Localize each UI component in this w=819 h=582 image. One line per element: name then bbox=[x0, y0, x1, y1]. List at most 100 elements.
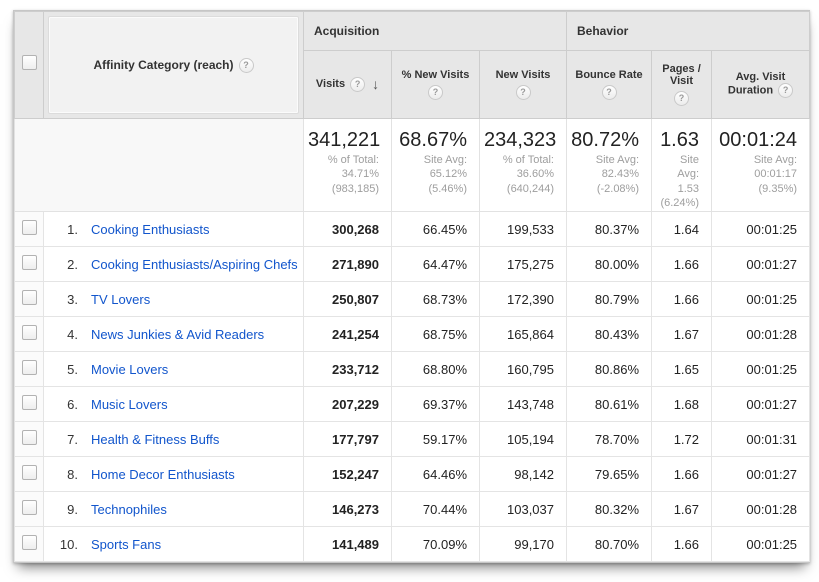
pct-new-visits-cell: 70.44% bbox=[392, 492, 480, 527]
row-rank: 6. bbox=[44, 397, 78, 412]
pages-per-visit-cell: 1.64 bbox=[652, 212, 712, 247]
help-icon[interactable]: ? bbox=[428, 85, 443, 100]
pct-new-visits-cell: 66.45% bbox=[392, 212, 480, 247]
pages-per-visit-cell: 1.66 bbox=[652, 247, 712, 282]
row-checkbox[interactable] bbox=[22, 255, 37, 270]
bounce-rate-cell: 80.70% bbox=[567, 527, 652, 562]
category-link[interactable]: Health & Fitness Buffs bbox=[91, 432, 219, 447]
category-link[interactable]: TV Lovers bbox=[91, 292, 150, 307]
column-header-avg-visit-duration[interactable]: Avg. Visit Duration? bbox=[712, 50, 810, 118]
pages-per-visit-cell: 1.66 bbox=[652, 457, 712, 492]
summary-bounce-rate-sub: Site Avg: 82.43% (-2.08%) bbox=[571, 153, 639, 196]
category-link[interactable]: Cooking Enthusiasts/Aspiring Chefs bbox=[91, 257, 298, 272]
summary-visits-sub: % of Total: 34.71% (983,185) bbox=[308, 153, 379, 196]
visits-cell: 241,254 bbox=[304, 317, 392, 352]
new-visits-cell: 172,390 bbox=[480, 282, 567, 317]
bounce-rate-cell: 78.70% bbox=[567, 422, 652, 457]
summary-avg-visit-duration-sub: Site Avg: 00:01:17 (9.35%) bbox=[716, 153, 797, 196]
row-checkbox[interactable] bbox=[22, 395, 37, 410]
summary-bounce-rate: 80.72% Site Avg: 82.43% (-2.08%) bbox=[567, 119, 652, 212]
dimension-header-cell: Affinity Category (reach) ? bbox=[44, 12, 304, 119]
category-cell: 9. Technophiles bbox=[44, 492, 304, 527]
category-cell: 5. Movie Lovers bbox=[44, 352, 304, 387]
pages-per-visit-cell: 1.66 bbox=[652, 527, 712, 562]
new-visits-cell: 143,748 bbox=[480, 387, 567, 422]
row-checkbox[interactable] bbox=[22, 500, 37, 515]
column-header-pages-per-visit[interactable]: Pages / Visit? bbox=[652, 50, 712, 118]
visits-cell: 207,229 bbox=[304, 387, 392, 422]
help-icon[interactable]: ? bbox=[350, 77, 365, 92]
row-rank: 5. bbox=[44, 362, 78, 377]
table-row: 10.Sports Fans 141,489 70.09% 99,170 80.… bbox=[15, 527, 810, 562]
new-visits-cell: 175,275 bbox=[480, 247, 567, 282]
row-checkbox[interactable] bbox=[22, 430, 37, 445]
column-header-pct-new-visits[interactable]: % New Visits? bbox=[392, 50, 480, 118]
bounce-rate-cell: 80.43% bbox=[567, 317, 652, 352]
pct-new-visits-cell: 59.17% bbox=[392, 422, 480, 457]
new-visits-header-label: New Visits bbox=[496, 69, 551, 81]
help-icon[interactable]: ? bbox=[516, 85, 531, 100]
help-icon[interactable]: ? bbox=[778, 83, 793, 98]
avg-visit-duration-cell: 00:01:25 bbox=[712, 352, 810, 387]
new-visits-cell: 160,795 bbox=[480, 352, 567, 387]
pct-new-visits-cell: 68.80% bbox=[392, 352, 480, 387]
avg-visit-duration-cell: 00:01:27 bbox=[712, 457, 810, 492]
category-link[interactable]: Cooking Enthusiasts bbox=[91, 222, 210, 237]
category-link[interactable]: Music Lovers bbox=[91, 397, 168, 412]
category-link[interactable]: News Junkies & Avid Readers bbox=[91, 327, 264, 342]
bounce-rate-cell: 79.65% bbox=[567, 457, 652, 492]
help-icon[interactable]: ? bbox=[674, 91, 689, 106]
summary-avg-visit-duration-value: 00:01:24 bbox=[716, 129, 797, 152]
column-header-bounce-rate[interactable]: Bounce Rate? bbox=[567, 50, 652, 118]
row-checkbox-cell bbox=[15, 527, 44, 562]
dimension-header-panel[interactable]: Affinity Category (reach) ? bbox=[48, 16, 299, 114]
row-checkbox[interactable] bbox=[22, 535, 37, 550]
visits-cell: 250,807 bbox=[304, 282, 392, 317]
column-header-visits[interactable]: Visits?↓ bbox=[304, 50, 392, 118]
row-checkbox[interactable] bbox=[22, 360, 37, 375]
summary-pct-new-visits: 68.67% Site Avg: 65.12% (5.46%) bbox=[392, 119, 480, 212]
category-cell: 4.News Junkies & Avid Readers bbox=[44, 317, 304, 352]
visits-cell: 177,797 bbox=[304, 422, 392, 457]
help-icon[interactable]: ? bbox=[602, 85, 617, 100]
row-checkbox[interactable] bbox=[22, 325, 37, 340]
pct-new-visits-cell: 68.75% bbox=[392, 317, 480, 352]
row-checkbox[interactable] bbox=[22, 220, 37, 235]
section-behavior: Behavior bbox=[567, 12, 810, 51]
avg-visit-duration-cell: 00:01:27 bbox=[712, 247, 810, 282]
pct-new-visits-header-label: % New Visits bbox=[402, 69, 470, 81]
category-cell: 1. Cooking Enthusiasts bbox=[44, 212, 304, 247]
help-icon[interactable]: ? bbox=[239, 58, 254, 73]
pages-per-visit-cell: 1.67 bbox=[652, 317, 712, 352]
table-body: 1.Cooking Enthusiasts 300,268 66.45% 199… bbox=[15, 212, 810, 562]
summary-pages-per-visit-sub: Site Avg: 1.53 (6.24%) bbox=[656, 153, 699, 210]
visits-header-label: Visits bbox=[316, 78, 345, 90]
row-rank: 1. bbox=[44, 222, 78, 237]
table-row: 9.Technophiles 146,273 70.44% 103,037 80… bbox=[15, 492, 810, 527]
pct-new-visits-cell: 64.46% bbox=[392, 457, 480, 492]
category-link[interactable]: Home Decor Enthusiasts bbox=[91, 467, 235, 482]
pages-per-visit-cell: 1.65 bbox=[652, 352, 712, 387]
pages-per-visit-cell: 1.66 bbox=[652, 282, 712, 317]
new-visits-cell: 103,037 bbox=[480, 492, 567, 527]
category-cell: 3. TV Lovers bbox=[44, 282, 304, 317]
bounce-rate-cell: 80.61% bbox=[567, 387, 652, 422]
summary-avg-visit-duration: 00:01:24 Site Avg: 00:01:17 (9.35%) bbox=[712, 119, 810, 212]
pct-new-visits-cell: 68.73% bbox=[392, 282, 480, 317]
row-checkbox[interactable] bbox=[22, 290, 37, 305]
select-all-checkbox[interactable] bbox=[22, 55, 37, 70]
bounce-rate-cell: 80.79% bbox=[567, 282, 652, 317]
category-link[interactable]: Movie Lovers bbox=[91, 362, 168, 377]
pages-per-visit-cell: 1.67 bbox=[652, 492, 712, 527]
bounce-rate-cell: 80.32% bbox=[567, 492, 652, 527]
row-rank: 3. bbox=[44, 292, 78, 307]
row-rank: 9. bbox=[44, 502, 78, 517]
category-link[interactable]: Sports Fans bbox=[91, 537, 161, 552]
summary-visits-value: 341,221 bbox=[308, 129, 379, 152]
category-link[interactable]: Technophiles bbox=[91, 502, 167, 517]
row-checkbox-cell bbox=[15, 247, 44, 282]
column-header-new-visits[interactable]: New Visits? bbox=[480, 50, 567, 118]
avg-visit-duration-cell: 00:01:25 bbox=[712, 212, 810, 247]
new-visits-cell: 165,864 bbox=[480, 317, 567, 352]
row-checkbox[interactable] bbox=[22, 465, 37, 480]
